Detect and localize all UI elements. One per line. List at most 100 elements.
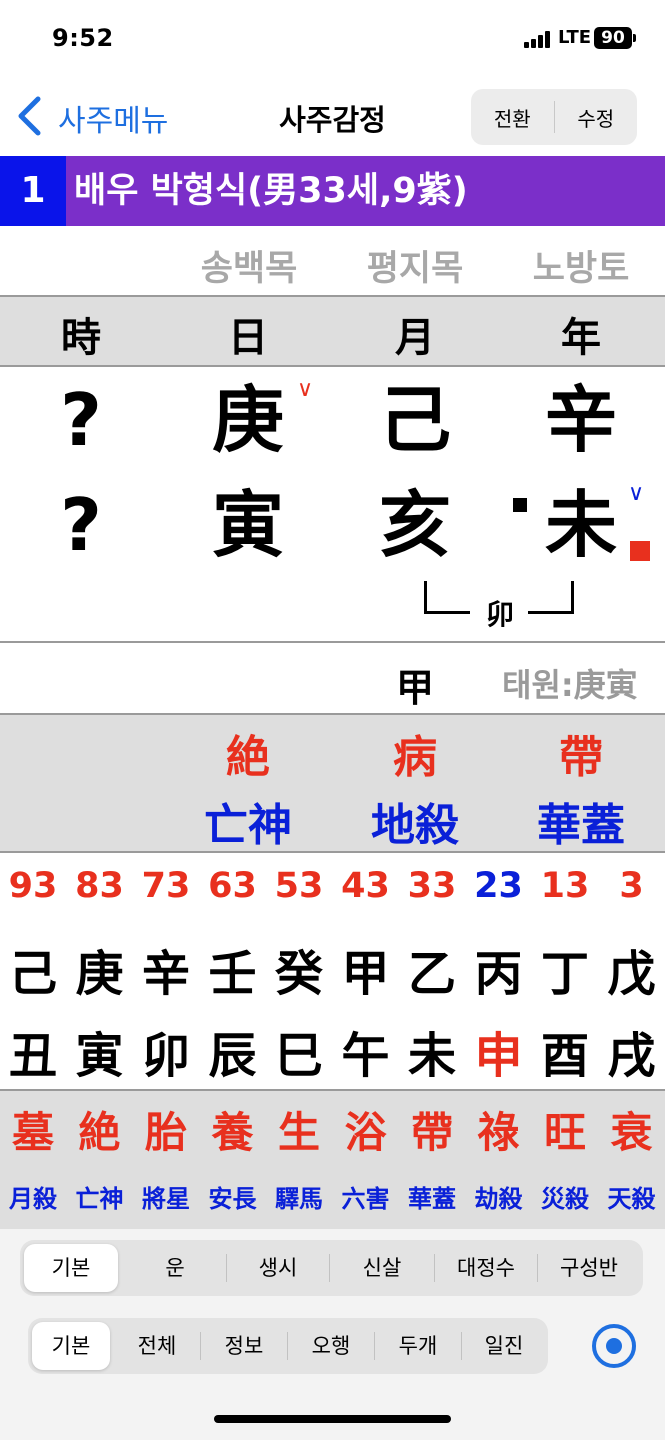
bracket-bottom-right (528, 611, 574, 614)
branch-hour[interactable]: ? (21, 485, 141, 565)
daewoon-stem[interactable]: 己 (0, 934, 66, 1004)
daewoon-sinsal: 安長 (208, 1185, 257, 1213)
header-year: 年 (561, 315, 601, 361)
stem-hour[interactable]: ? (21, 380, 141, 460)
daewoon-stem[interactable]: 戊 (599, 934, 665, 1004)
daewoon-sinsal: 華蓋 (408, 1185, 456, 1213)
tab-fortune[interactable]: 운 (124, 1244, 226, 1292)
subtab-daily[interactable]: 일진 (462, 1322, 546, 1370)
nav-bar: 사주메뉴 사주감정 전환 수정 (0, 80, 665, 156)
subtab-two[interactable]: 두개 (375, 1322, 461, 1370)
hidden-stem-row: 甲 태원:庚寅 (0, 645, 665, 713)
black-marker (513, 498, 527, 512)
daewoon-age: 3 (619, 866, 644, 906)
subtab-basic[interactable]: 기본 (32, 1322, 110, 1370)
profile-number: 1 (0, 156, 66, 226)
subtab-all[interactable]: 전체 (114, 1322, 200, 1370)
daewoon-age: 23 (474, 866, 523, 906)
nayin-year: 노방토 (532, 249, 630, 289)
daewoon-age: 43 (341, 866, 390, 906)
tab-guseongban[interactable]: 구성반 (538, 1244, 640, 1292)
branch-month[interactable]: 亥 (355, 485, 475, 565)
daewoon-branch[interactable]: 辰 (200, 1016, 266, 1086)
daewoon-branch[interactable]: 卯 (133, 1016, 199, 1086)
stem-month[interactable]: 己 (355, 380, 475, 460)
daewoon-stems: 己庚辛壬癸甲乙丙丁戊 (0, 934, 665, 1002)
daewoon-stage: 墓 (11, 1108, 54, 1157)
sinsal-year: 華蓋 (537, 800, 625, 851)
daewoon-age: 93 (8, 866, 58, 906)
sinsal-month: 地殺 (371, 800, 459, 851)
record-dot (606, 1338, 622, 1354)
taewon-label: 태원:庚寅 (502, 666, 638, 704)
stem-year[interactable]: 辛 (521, 380, 641, 460)
daewoon-stage: 胎 (144, 1108, 187, 1157)
daewoon-branch[interactable]: 丑 (0, 1016, 66, 1086)
daewoon-sinsal: 天殺 (607, 1185, 656, 1213)
tab-daejeongsu[interactable]: 대정수 (435, 1244, 537, 1292)
battery-icon: 90 (594, 27, 632, 49)
daewoon-age: 83 (75, 866, 124, 906)
daewoon-stage: 絶 (78, 1108, 121, 1157)
status-bar: 9:52 LTE 90 (0, 0, 665, 80)
stage-year: 帶 (559, 732, 603, 783)
network-label: LTE (558, 27, 592, 48)
daewoon-stage: 浴 (344, 1108, 387, 1157)
check-mark-day: ∨ (297, 377, 314, 402)
daewoon-sinsal: 劫殺 (474, 1185, 523, 1213)
nayin-row: 송백목 평지목 노방토 (0, 226, 665, 296)
daewoon-sinsal: 六害 (341, 1185, 390, 1213)
daewoon-stem[interactable]: 辛 (133, 934, 199, 1004)
tab-birth-hour[interactable]: 생시 (227, 1244, 329, 1292)
profile-title: 배우 박형식(男33세,9紫) (74, 171, 468, 211)
stem-day[interactable]: 庚 (188, 380, 308, 460)
header-hour: 時 (61, 315, 101, 361)
daewoon-branch[interactable]: 戌 (599, 1016, 665, 1086)
sinsal-day: 亡神 (204, 800, 292, 851)
subtab-five-elements[interactable]: 오행 (288, 1322, 374, 1370)
daewoon-branch[interactable]: 申 (466, 1016, 532, 1086)
daewoon-branch[interactable]: 巳 (266, 1016, 332, 1086)
daewoon-age: 63 (208, 866, 257, 906)
hidden-stem: 甲 (395, 666, 434, 710)
daewoon-sinsal: 亡神 (75, 1185, 124, 1213)
daewoon-sinsal: 將星 (142, 1185, 190, 1213)
daewoon-stem[interactable]: 丁 (532, 934, 598, 1004)
nav-actions: 전환 수정 (471, 89, 637, 145)
daewoon-stage: 祿 (477, 1108, 520, 1157)
signal-icon (524, 30, 554, 48)
daewoon-stem[interactable]: 乙 (399, 934, 465, 1004)
subtab-info[interactable]: 정보 (201, 1322, 287, 1370)
record-toggle-icon[interactable] (592, 1324, 636, 1368)
stage-month: 病 (393, 732, 437, 783)
daewoon-sinsal: 月殺 亡神 將星 安長 驛馬 六害 華蓋 劫殺 災殺 天殺 (0, 1179, 665, 1215)
daewoon-stem[interactable]: 癸 (266, 934, 332, 1004)
branch-year[interactable]: 未 (521, 485, 641, 565)
daewoon-ages: 93 83 73 63 53 43 33 23 13 3 (0, 866, 665, 910)
daewoon-branch[interactable]: 酉 (532, 1016, 598, 1086)
daewoon-stage: 生 (277, 1108, 320, 1157)
header-day: 日 (228, 315, 268, 361)
daewoon-stem[interactable]: 庚 (67, 934, 133, 1004)
pillar-header: 時 日 月 年 (0, 295, 665, 367)
daewoon-age: 53 (274, 866, 324, 906)
bracket-right (571, 581, 574, 613)
daewoon-stem[interactable]: 甲 (333, 934, 399, 1004)
bottom-controls: 기본 운 생시 신살 대정수 구성반 기본 전체 정보 오행 두개 일진 (0, 1229, 665, 1440)
switch-button[interactable]: 전환 (471, 89, 554, 145)
daewoon-branch[interactable]: 午 (333, 1016, 399, 1086)
daewoon-branch[interactable]: 寅 (67, 1016, 133, 1086)
edit-button[interactable]: 수정 (555, 89, 638, 145)
daewoon-age: 13 (540, 866, 590, 906)
daewoon-branches: 丑寅卯辰巳午未申酉戌 (0, 1016, 665, 1084)
combination-label: 卯 (485, 598, 514, 631)
daewoon-branch[interactable]: 未 (399, 1016, 465, 1086)
twelve-stage-section: 絶 病 帶 亡神 地殺 華蓋 (0, 713, 665, 853)
daewoon-stem[interactable]: 丙 (466, 934, 532, 1004)
tab-basic[interactable]: 기본 (24, 1244, 118, 1292)
daewoon-stem[interactable]: 壬 (200, 934, 266, 1004)
tab-sinsal[interactable]: 신살 (330, 1244, 434, 1292)
daewoon-sinsal: 驛馬 (275, 1185, 323, 1213)
branch-day[interactable]: 寅 (188, 485, 308, 565)
daewoon-sinsal: 災殺 (541, 1185, 589, 1213)
